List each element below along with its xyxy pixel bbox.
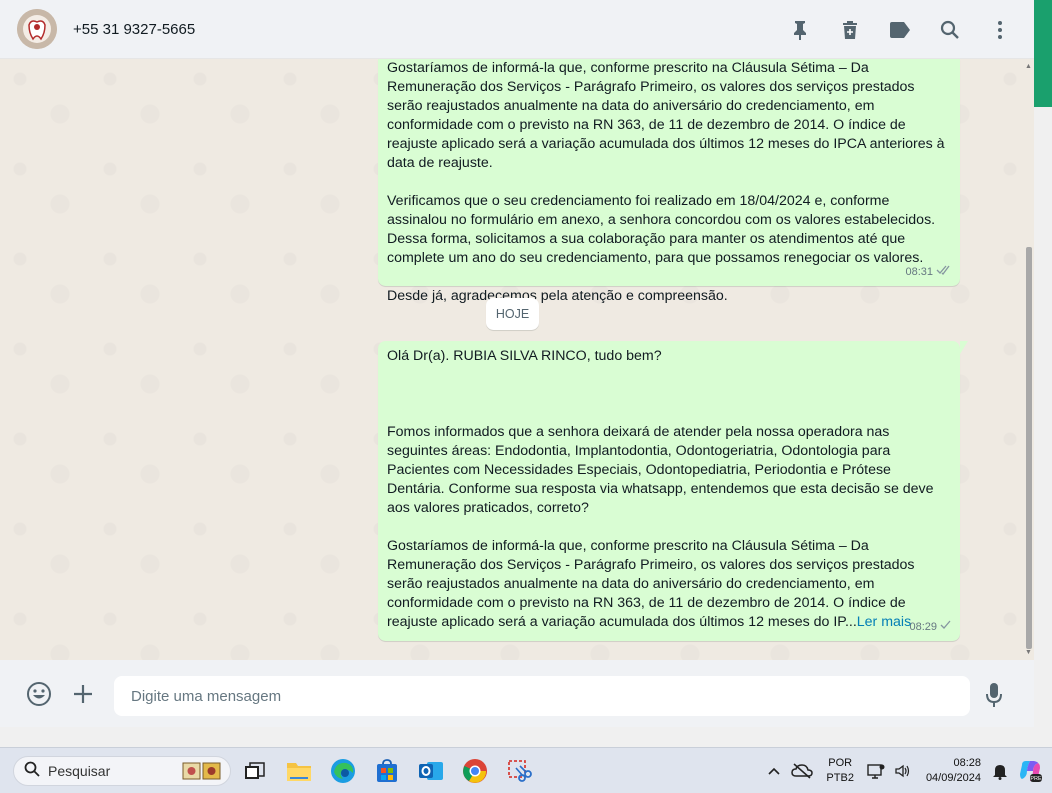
message-paragraph: Gostaríamos de informá-la que, conforme … bbox=[387, 60, 945, 171]
keyboard-layout-code: PTB2 bbox=[826, 772, 854, 784]
message-paragraph: Fomos informados que a senhora deixará d… bbox=[387, 424, 934, 516]
scroll-thumb[interactable] bbox=[1026, 247, 1032, 649]
contact-name[interactable]: +55 31 9327-5665 bbox=[73, 21, 195, 38]
chat-header[interactable]: +55 31 9327-5665 bbox=[0, 0, 1034, 59]
taskbar-search-label: Pesquisar bbox=[48, 763, 111, 779]
snipping-tool-icon[interactable] bbox=[504, 756, 534, 786]
network-icon[interactable] bbox=[867, 763, 885, 779]
clock-date: 04/09/2024 bbox=[925, 772, 981, 784]
clock-time: 08:28 bbox=[953, 757, 981, 769]
contact-avatar[interactable] bbox=[17, 9, 57, 49]
task-view-icon[interactable] bbox=[240, 756, 270, 786]
message-paragraph: Desde já, agradecemos pela atenção e com… bbox=[387, 288, 728, 304]
message-text-truncated: Gostaríamos de informá-la que, conforme … bbox=[387, 538, 915, 630]
chevron-up-icon[interactable] bbox=[767, 766, 781, 776]
os-taskbar: Pesquisar POR PTB2 08:28 04/09/2024 PRE bbox=[0, 747, 1052, 793]
window-edge-accent bbox=[1034, 0, 1052, 107]
taskbar-search[interactable]: Pesquisar bbox=[13, 756, 231, 786]
chrome-icon[interactable] bbox=[460, 756, 490, 786]
file-explorer-icon[interactable] bbox=[284, 756, 314, 786]
window-edge bbox=[1034, 107, 1052, 747]
message-bubble-outgoing[interactable]: Gostaríamos de informá-la que, conforme … bbox=[378, 59, 960, 304]
onedrive-offline-icon[interactable] bbox=[791, 763, 814, 779]
taskbar-apps bbox=[240, 756, 534, 786]
search-highlight-icon bbox=[182, 761, 222, 781]
copilot-icon[interactable]: PRE bbox=[1018, 759, 1042, 783]
outlook-icon[interactable] bbox=[416, 756, 446, 786]
message-bubble-outgoing[interactable]: Olá Dr(a). RUBIA SILVA RINCO, tudo bem? … bbox=[378, 341, 968, 641]
attach-plus-icon[interactable] bbox=[70, 681, 96, 707]
label-icon[interactable] bbox=[888, 18, 912, 42]
system-tray: POR PTB2 08:28 04/09/2024 PRE bbox=[762, 748, 1052, 793]
svg-text:PRE: PRE bbox=[1030, 776, 1042, 782]
message-time: 08:31 bbox=[905, 266, 933, 278]
delete-icon[interactable] bbox=[838, 18, 862, 42]
input-language[interactable]: POR PTB2 bbox=[826, 756, 854, 786]
chat-scrollbar[interactable]: ▲ ▼ bbox=[1024, 59, 1034, 660]
microsoft-store-icon[interactable] bbox=[372, 756, 402, 786]
edge-browser-icon[interactable] bbox=[328, 756, 358, 786]
message-paragraph: Olá Dr(a). RUBIA SILVA RINCO, tudo bem? bbox=[387, 348, 662, 364]
window-bottom-edge bbox=[0, 727, 1052, 747]
taskbar-search-icon bbox=[24, 761, 40, 782]
menu-icon[interactable] bbox=[988, 18, 1012, 42]
double-check-icon bbox=[936, 263, 952, 282]
input-language-code: POR bbox=[828, 757, 853, 769]
message-list[interactable]: Gostaríamos de informá-la que, conforme … bbox=[0, 59, 1034, 660]
search-icon[interactable] bbox=[938, 18, 962, 42]
message-paragraph: Verificamos que o seu credenciamento foi… bbox=[387, 193, 936, 266]
volume-icon[interactable] bbox=[895, 763, 911, 779]
single-check-icon bbox=[940, 618, 952, 637]
clock[interactable]: 08:28 04/09/2024 bbox=[926, 756, 981, 786]
message-time: 08:29 bbox=[909, 621, 937, 633]
read-more-link[interactable]: Ler mais bbox=[857, 614, 911, 630]
scroll-down-arrow-icon[interactable]: ▼ bbox=[1025, 649, 1032, 656]
message-composer bbox=[0, 660, 1034, 727]
emoji-icon[interactable] bbox=[26, 681, 52, 707]
notification-bell-icon[interactable] bbox=[992, 762, 1008, 780]
day-divider: HOJE bbox=[486, 298, 539, 330]
message-paragraph: Gostaríamos de informá-la que, conforme … bbox=[387, 537, 951, 632]
pin-icon[interactable] bbox=[788, 18, 812, 42]
scroll-up-arrow-icon[interactable]: ▲ bbox=[1025, 63, 1032, 70]
microphone-icon[interactable] bbox=[985, 682, 1003, 713]
message-input[interactable] bbox=[114, 676, 970, 716]
bubble-tail bbox=[960, 341, 968, 354]
